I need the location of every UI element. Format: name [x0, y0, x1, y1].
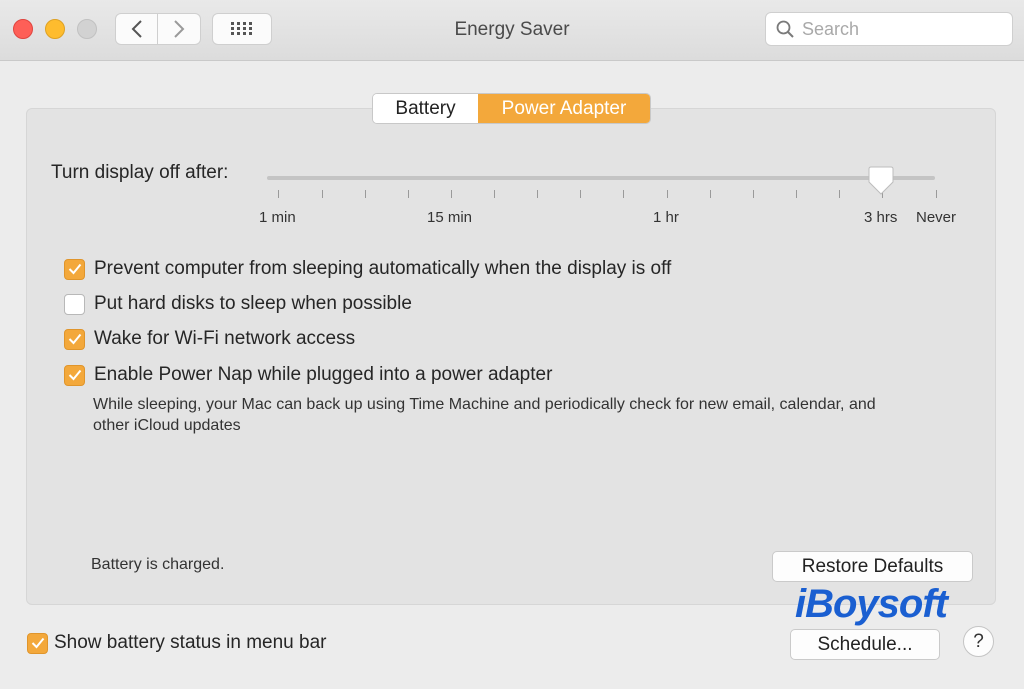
prevent-sleep-checkbox[interactable] [64, 258, 85, 280]
slider-tick [796, 190, 797, 198]
slider-tick [494, 190, 495, 198]
power-nap-checkbox[interactable] [64, 364, 85, 386]
checkmark-icon [68, 333, 81, 345]
tab-battery[interactable]: Battery [373, 94, 478, 123]
search-placeholder: Search [802, 18, 860, 39]
tick-label-1-min: 1 min [259, 209, 296, 226]
tick-label-15-min: 15 min [427, 209, 473, 226]
option-show-battery-status[interactable]: Show battery status in menu bar [27, 632, 326, 654]
slider-tick [365, 190, 366, 198]
tick-label-3-hrs: 3 hrs [864, 209, 898, 226]
schedule-button[interactable]: Schedule... [790, 629, 940, 660]
iboysoft-watermark-logo: iBoysoft [795, 582, 948, 626]
slider-tick [537, 190, 538, 198]
tick-label-1-hr: 1 hr [653, 209, 679, 226]
checkmark-icon [68, 263, 81, 275]
slider-tick [408, 190, 409, 198]
hard-disk-sleep-label: Put hard disks to sleep when possible [94, 293, 412, 314]
restore-defaults-button[interactable]: Restore Defaults [772, 551, 973, 582]
help-button[interactable]: ? [963, 626, 994, 657]
show-battery-status-label: Show battery status in menu bar [54, 632, 327, 653]
slider-tick [936, 190, 937, 198]
search-field[interactable]: Search [765, 12, 1013, 46]
power-nap-label: Enable Power Nap while plugged into a po… [94, 364, 553, 385]
search-icon [776, 20, 794, 38]
option-wake-wifi[interactable]: Wake for Wi-Fi network access [64, 328, 355, 350]
display-off-slider-thumb[interactable] [868, 166, 894, 196]
slider-tick [667, 190, 668, 198]
slider-tick [278, 190, 279, 198]
slider-tick [710, 190, 711, 198]
slider-tick [753, 190, 754, 198]
option-power-nap[interactable]: Enable Power Nap while plugged into a po… [64, 364, 552, 386]
wake-wifi-label: Wake for Wi-Fi network access [94, 328, 356, 349]
wake-wifi-checkbox[interactable] [64, 328, 85, 350]
tab-bar: Battery Power Adapter [372, 93, 651, 124]
show-battery-status-checkbox[interactable] [27, 632, 48, 654]
slider-tick [451, 190, 452, 198]
option-prevent-sleep[interactable]: Prevent computer from sleeping automatic… [64, 258, 671, 280]
option-hard-disk-sleep[interactable]: Put hard disks to sleep when possible [64, 293, 412, 315]
checkmark-icon [68, 369, 81, 381]
slider-tick [322, 190, 323, 198]
power-nap-description: While sleeping, your Mac can back up usi… [93, 396, 876, 434]
display-off-slider-track[interactable] [267, 176, 935, 180]
checkmark-icon [31, 637, 44, 649]
display-off-label: Turn display off after: [51, 162, 229, 183]
hard-disk-sleep-checkbox[interactable] [64, 293, 85, 315]
prevent-sleep-label: Prevent computer from sleeping automatic… [94, 258, 672, 279]
slider-tick [580, 190, 581, 198]
tab-power-adapter[interactable]: Power Adapter [478, 94, 650, 123]
slider-tick [839, 190, 840, 198]
battery-status-text: Battery is charged. [91, 556, 225, 573]
slider-tick [623, 190, 624, 198]
tick-label-never: Never [916, 209, 957, 226]
title-bar: Energy Saver Search [0, 0, 1024, 61]
